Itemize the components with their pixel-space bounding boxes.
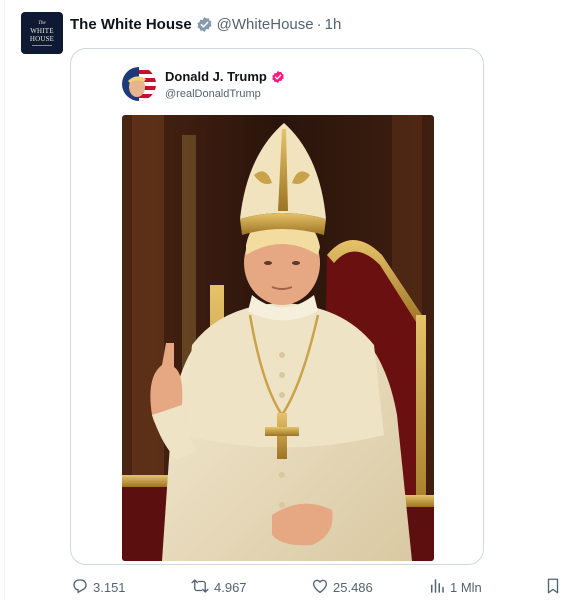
- author-name[interactable]: The White House: [70, 16, 192, 33]
- avatar[interactable]: The WHITE HOUSE: [21, 12, 63, 54]
- post-header: The White House @WhiteHouse · 1h: [70, 13, 341, 35]
- post-timestamp[interactable]: 1h: [325, 16, 342, 33]
- heart-icon: [311, 577, 333, 598]
- avatar-text-line2: HOUSE: [29, 34, 55, 43]
- quoted-post[interactable]: Donald J. Trump @realDonaldTrump: [70, 48, 484, 565]
- separator-dot: ·: [316, 15, 322, 33]
- timeline-divider: [4, 0, 5, 600]
- avatar-text-line1: WHITE: [30, 26, 54, 35]
- repost-button[interactable]: 4.967: [190, 577, 247, 598]
- verified-badge-icon[interactable]: [196, 16, 213, 33]
- analytics-icon: [428, 577, 450, 598]
- bookmark-button[interactable]: [545, 577, 565, 598]
- quoted-author-name[interactable]: Donald J. Trump: [165, 69, 267, 84]
- post[interactable]: The WHITE HOUSE The White House @WhiteHo…: [0, 0, 565, 600]
- quoted-avatar[interactable]: [122, 67, 156, 101]
- views-count: 1 Mln: [450, 580, 482, 595]
- verified-badge-icon[interactable]: [271, 70, 285, 84]
- like-count: 25.486: [333, 580, 373, 595]
- like-button[interactable]: 25.486: [311, 577, 373, 598]
- quoted-author-handle[interactable]: @realDonaldTrump: [165, 88, 261, 100]
- reply-button[interactable]: 3.151: [71, 577, 126, 598]
- post-image[interactable]: [122, 115, 434, 561]
- avatar-rule: [32, 44, 52, 46]
- post-actions: 3.151 4.967 25.486 1 Mln: [0, 577, 565, 601]
- bookmark-icon: [545, 577, 565, 598]
- reply-icon: [71, 577, 93, 598]
- repost-icon: [190, 577, 214, 598]
- views-button[interactable]: 1 Mln: [428, 577, 482, 598]
- repost-count: 4.967: [214, 580, 247, 595]
- reply-count: 3.151: [93, 580, 126, 595]
- quoted-author-line: Donald J. Trump: [165, 69, 285, 84]
- author-handle[interactable]: @WhiteHouse: [217, 16, 314, 33]
